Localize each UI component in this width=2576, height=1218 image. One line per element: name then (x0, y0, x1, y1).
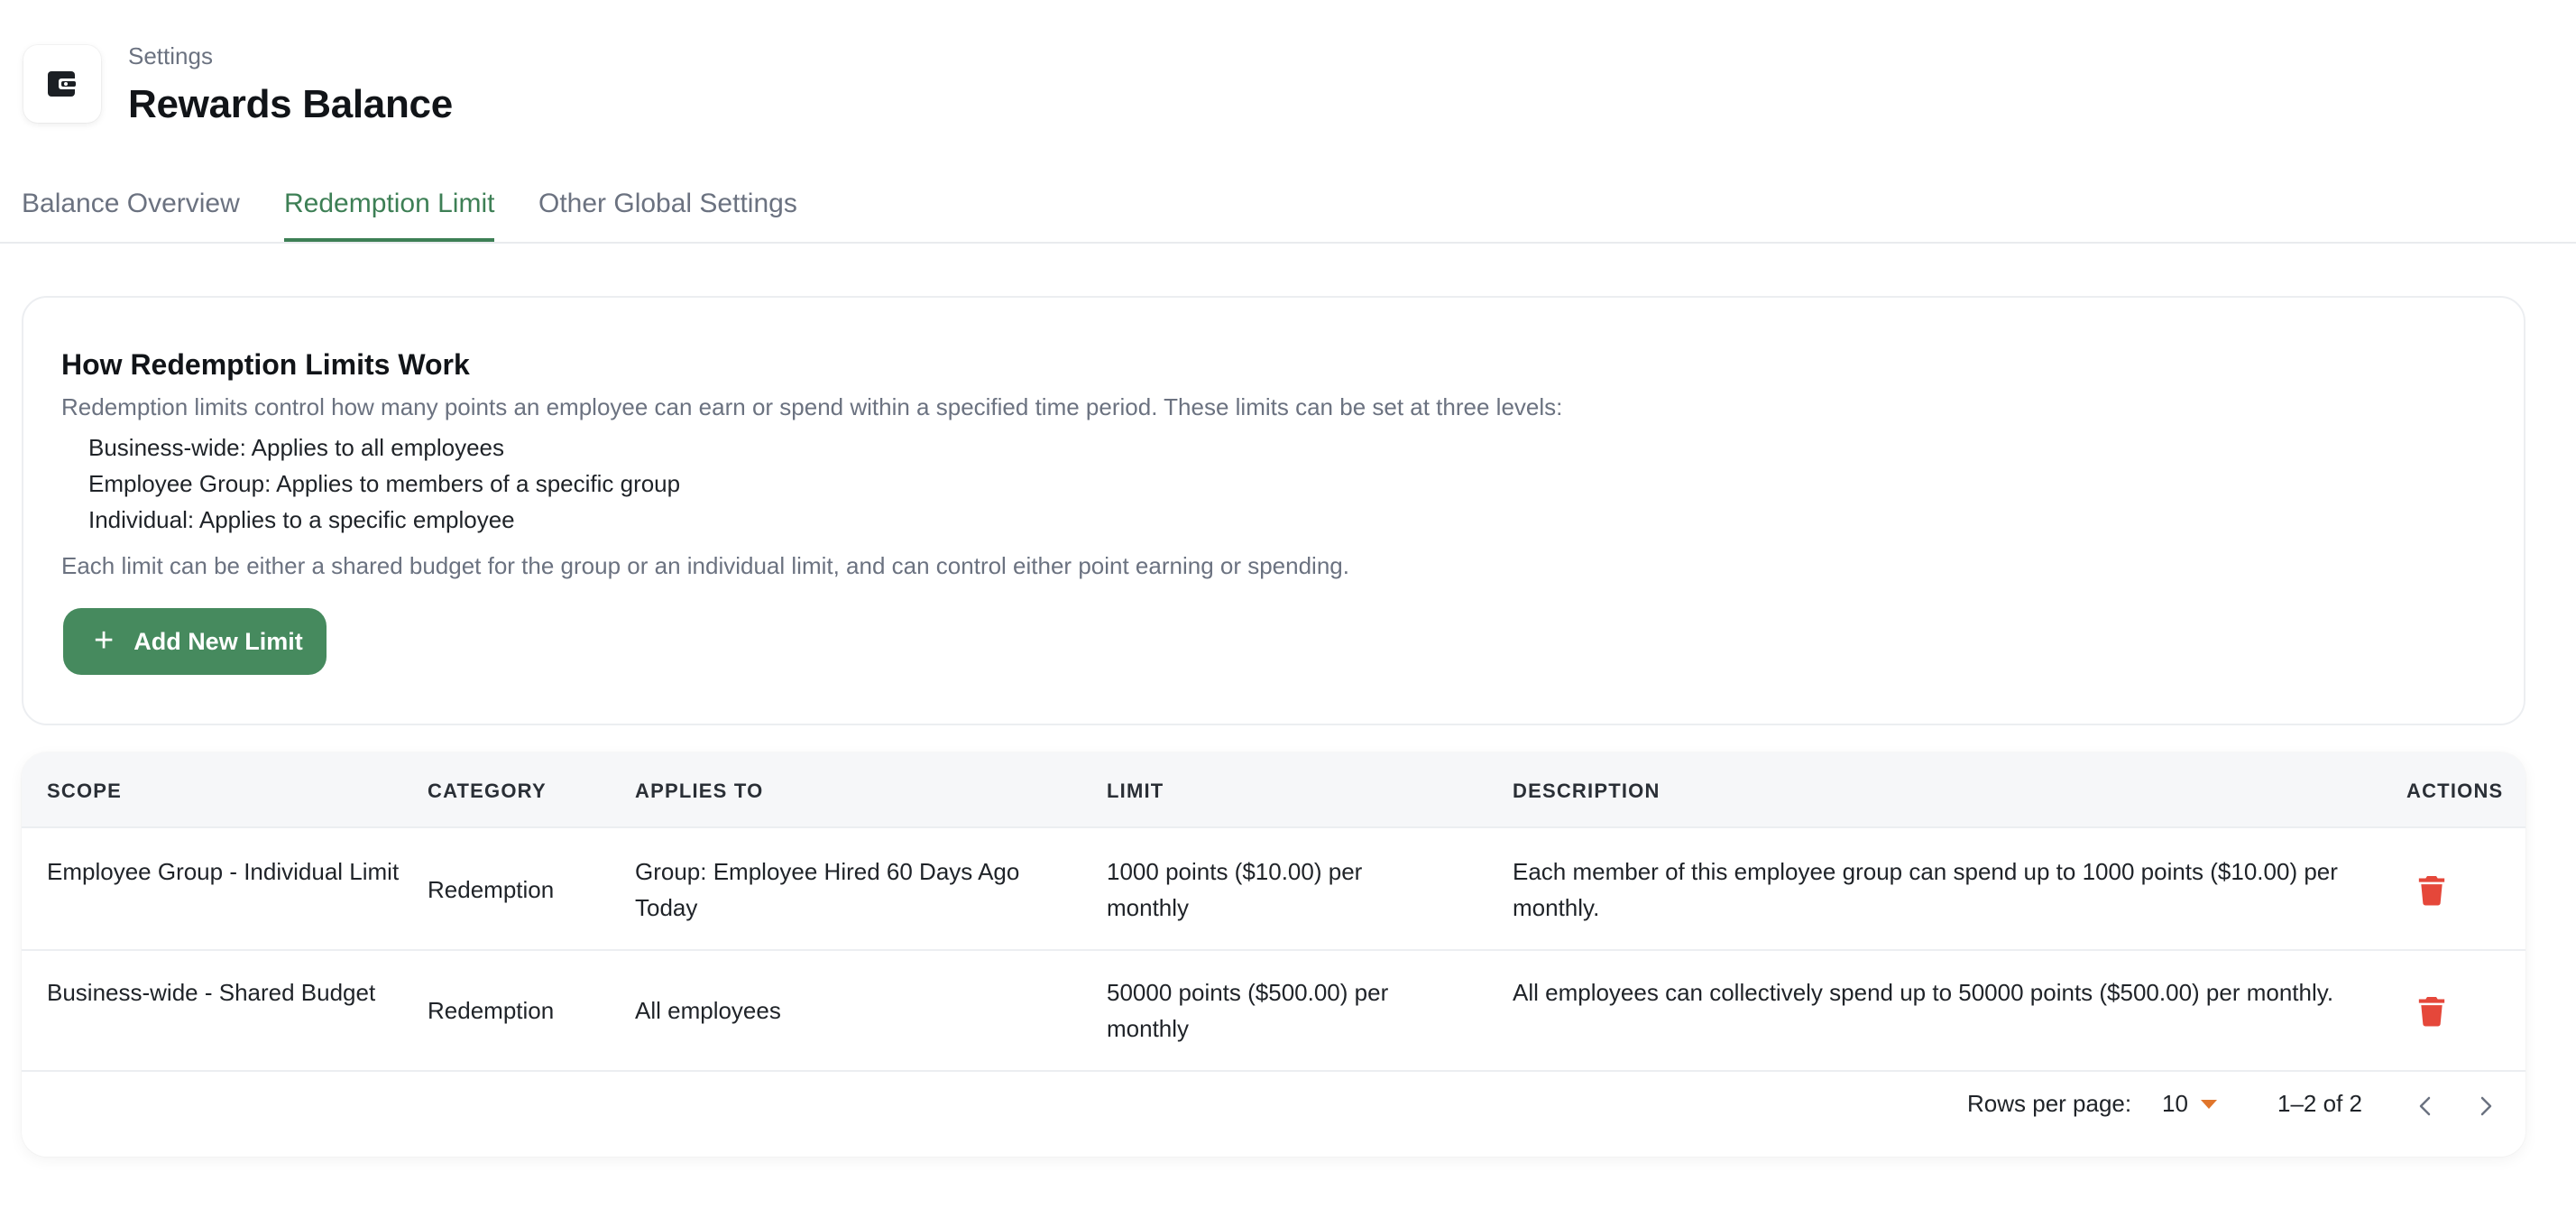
info-card: How Redemption Limits Work Redemption li… (22, 296, 2525, 725)
breadcrumb[interactable]: Settings (128, 40, 453, 72)
list-item: Individual: Applies to a specific employ… (88, 506, 515, 533)
levels-list: Business-wide: Applies to all employees … (88, 429, 680, 538)
cell-applies-to: Group: Employee Hired 60 Days Ago Today (635, 858, 1020, 921)
cell-description: Each member of this employee group can s… (1513, 858, 2338, 921)
tab-other-global-settings[interactable]: Other Global Settings (538, 182, 797, 242)
dropdown-arrow-icon (2200, 1099, 2217, 1109)
column-header-applies-to: APPLIES TO (635, 780, 764, 802)
cell-limit: 1000 points ($10.00) per monthly (1107, 858, 1363, 921)
tab-balance-overview[interactable]: Balance Overview (22, 182, 240, 242)
cell-applies-to: All employees (635, 997, 781, 1024)
previous-page-button[interactable] (2407, 1088, 2443, 1124)
chevron-right-icon (2480, 1096, 2492, 1116)
plus-icon: + (94, 621, 115, 660)
add-new-limit-label: Add New Limit (133, 627, 303, 655)
tab-redemption-limit[interactable]: Redemption Limit (284, 182, 495, 242)
table-row: Employee Group - Individual Limit Redemp… (22, 830, 2525, 951)
table-row: Business-wide - Shared Budget Redemption… (22, 951, 2525, 1072)
add-new-limit-button[interactable]: + Add New Limit (63, 608, 327, 675)
cell-scope: Business-wide - Shared Budget (47, 979, 376, 1006)
app-logo (23, 45, 101, 123)
column-header-category: CATEGORY (428, 780, 547, 802)
cell-description: All employees can collectively spend up … (1513, 979, 2334, 1006)
delete-icon[interactable] (2414, 872, 2450, 908)
tab-bar: Balance Overview Redemption Limit Other … (0, 171, 2576, 244)
page-range: 1–2 of 2 (2277, 1090, 2362, 1117)
info-footer: Each limit can be either a shared budget… (61, 552, 1349, 579)
rows-per-page-value: 10 (2162, 1090, 2188, 1117)
rows-per-page-label: Rows per page: (1967, 1090, 2132, 1117)
list-item: Business-wide: Applies to all employees (88, 434, 505, 461)
page-header: Settings Rewards Balance (23, 40, 453, 130)
info-description: Redemption limits control how many point… (61, 393, 1563, 420)
column-header-limit: LIMIT (1107, 780, 1164, 802)
rows-per-page-select[interactable]: 10 (2162, 1090, 2217, 1118)
pagination: Rows per page: 10 1–2 of 2 (22, 1072, 2525, 1157)
cell-category: Redemption (428, 997, 555, 1024)
table-header: SCOPE CATEGORY APPLIES TO LIMIT DESCRIPT… (22, 752, 2525, 828)
cell-scope: Employee Group - Individual Limit (47, 858, 400, 885)
list-item: Employee Group: Applies to members of a … (88, 470, 681, 497)
chevron-left-icon (2419, 1096, 2431, 1116)
cell-category: Redemption (428, 876, 555, 903)
next-page-button[interactable] (2468, 1088, 2504, 1124)
cell-limit: 50000 points ($500.00) per monthly (1107, 979, 1389, 1042)
page-title: Rewards Balance (128, 82, 453, 126)
column-header-scope: SCOPE (47, 780, 123, 802)
info-title: How Redemption Limits Work (61, 348, 470, 381)
delete-icon[interactable] (2414, 992, 2450, 1029)
limits-table: SCOPE CATEGORY APPLIES TO LIMIT DESCRIPT… (22, 752, 2525, 1157)
column-header-actions: ACTIONS (2406, 780, 2504, 802)
wallet-icon (48, 71, 78, 97)
column-header-description: DESCRIPTION (1513, 780, 1661, 802)
